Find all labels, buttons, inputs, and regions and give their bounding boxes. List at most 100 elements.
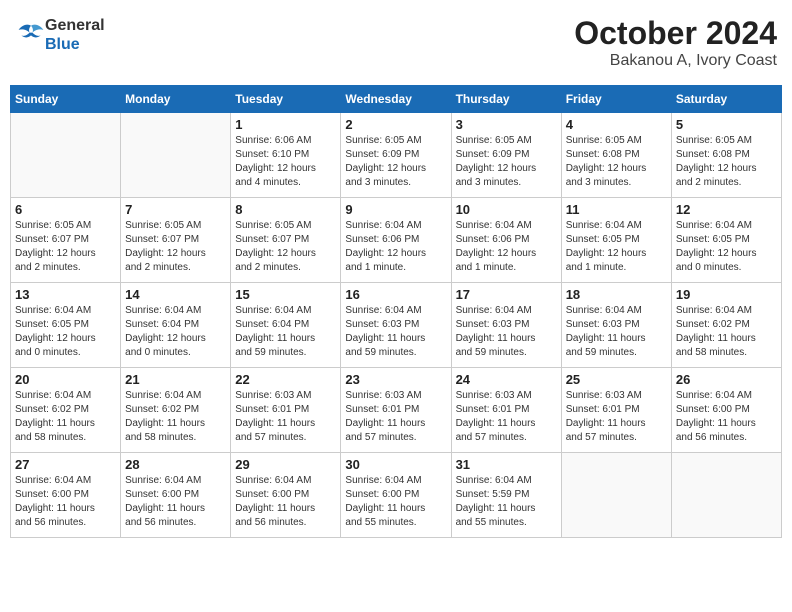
day-detail: Sunrise: 6:03 AM Sunset: 6:01 PM Dayligh… xyxy=(235,389,336,445)
calendar-cell: 15 Sunrise: 6:04 AM Sunset: 6:04 PM Dayli… xyxy=(231,283,341,368)
calendar-cell: 16 Sunrise: 6:04 AM Sunset: 6:03 PM Dayli… xyxy=(341,283,451,368)
calendar-cell xyxy=(671,453,781,538)
calendar-cell: 1Sunrise: 6:06 AM Sunset: 6:10 PM Daylig… xyxy=(231,113,341,198)
day-number: 14 xyxy=(125,287,226,302)
day-detail: Sunrise: 6:04 AM Sunset: 6:03 PM Dayligh… xyxy=(456,304,557,360)
calendar-cell: 9 Sunrise: 6:04 AM Sunset: 6:06 PM Daylig… xyxy=(341,198,451,283)
calendar-cell: 23Sunrise: 6:03 AM Sunset: 6:01 PM Dayli… xyxy=(341,368,451,453)
calendar-cell: 25 Sunrise: 6:03 AM Sunset: 6:01 PM Dayli… xyxy=(561,368,671,453)
calendar-cell: 29Sunrise: 6:04 AM Sunset: 6:00 PM Dayli… xyxy=(231,453,341,538)
day-detail: Sunrise: 6:04 AM Sunset: 6:06 PM Dayligh… xyxy=(456,219,557,275)
day-detail: Sunrise: 6:05 AM Sunset: 6:07 PM Dayligh… xyxy=(125,219,226,275)
logo-blue-text: Blue xyxy=(45,36,80,53)
calendar-table: SundayMondayTuesdayWednesdayThursdayFrid… xyxy=(10,85,782,538)
calendar-header-row: SundayMondayTuesdayWednesdayThursdayFrid… xyxy=(11,86,782,113)
calendar-cell: 10 Sunrise: 6:04 AM Sunset: 6:06 PM Dayli… xyxy=(451,198,561,283)
calendar-cell: 28Sunrise: 6:04 AM Sunset: 6:00 PM Dayli… xyxy=(121,453,231,538)
calendar-cell: 27 Sunrise: 6:04 AM Sunset: 6:00 PM Dayli… xyxy=(11,453,121,538)
day-number: 10 xyxy=(456,202,557,217)
logo: General Blue xyxy=(15,15,105,53)
day-number: 2 xyxy=(345,117,446,132)
day-number: 29 xyxy=(235,457,336,472)
day-number: 26 xyxy=(676,372,777,387)
day-detail: Sunrise: 6:04 AM Sunset: 6:05 PM Dayligh… xyxy=(15,304,116,360)
calendar-cell: 12Sunrise: 6:04 AM Sunset: 6:05 PM Dayli… xyxy=(671,198,781,283)
day-detail: Sunrise: 6:06 AM Sunset: 6:10 PM Dayligh… xyxy=(235,134,336,190)
day-detail: Sunrise: 6:04 AM Sunset: 6:05 PM Dayligh… xyxy=(566,219,667,275)
calendar-cell: 19 Sunrise: 6:04 AM Sunset: 6:02 PM Dayli… xyxy=(671,283,781,368)
day-number: 20 xyxy=(15,372,116,387)
day-number: 27 xyxy=(15,457,116,472)
day-detail: Sunrise: 6:05 AM Sunset: 6:08 PM Dayligh… xyxy=(676,134,777,190)
day-detail: Sunrise: 6:04 AM Sunset: 6:02 PM Dayligh… xyxy=(15,389,116,445)
calendar-cell: 7Sunrise: 6:05 AM Sunset: 6:07 PM Daylig… xyxy=(121,198,231,283)
day-detail: Sunrise: 6:04 AM Sunset: 6:06 PM Dayligh… xyxy=(345,219,446,275)
day-detail: Sunrise: 6:04 AM Sunset: 6:02 PM Dayligh… xyxy=(125,389,226,445)
day-detail: Sunrise: 6:03 AM Sunset: 6:01 PM Dayligh… xyxy=(566,389,667,445)
calendar-cell: 22 Sunrise: 6:03 AM Sunset: 6:01 PM Dayli… xyxy=(231,368,341,453)
day-number: 24 xyxy=(456,372,557,387)
day-number: 25 xyxy=(566,372,667,387)
day-detail: Sunrise: 6:04 AM Sunset: 6:00 PM Dayligh… xyxy=(676,389,777,445)
calendar-cell: 13 Sunrise: 6:04 AM Sunset: 6:05 PM Dayli… xyxy=(11,283,121,368)
calendar-cell: 30Sunrise: 6:04 AM Sunset: 6:00 PM Dayli… xyxy=(341,453,451,538)
day-detail: Sunrise: 6:04 AM Sunset: 6:05 PM Dayligh… xyxy=(676,219,777,275)
day-detail: Sunrise: 6:04 AM Sunset: 6:03 PM Dayligh… xyxy=(345,304,446,360)
day-number: 16 xyxy=(345,287,446,302)
day-number: 19 xyxy=(676,287,777,302)
day-number: 8 xyxy=(235,202,336,217)
day-number: 23 xyxy=(345,372,446,387)
day-detail: Sunrise: 6:05 AM Sunset: 6:07 PM Dayligh… xyxy=(15,219,116,275)
day-detail: Sunrise: 6:04 AM Sunset: 6:04 PM Dayligh… xyxy=(235,304,336,360)
day-number: 31 xyxy=(456,457,557,472)
calendar-week-row: 1Sunrise: 6:06 AM Sunset: 6:10 PM Daylig… xyxy=(11,113,782,198)
day-number: 4 xyxy=(566,117,667,132)
calendar-cell xyxy=(11,113,121,198)
calendar-cell: 2Sunrise: 6:05 AM Sunset: 6:09 PM Daylig… xyxy=(341,113,451,198)
calendar-week-row: 6 Sunrise: 6:05 AM Sunset: 6:07 PM Daylig… xyxy=(11,198,782,283)
day-number: 22 xyxy=(235,372,336,387)
day-number: 17 xyxy=(456,287,557,302)
calendar-week-row: 27 Sunrise: 6:04 AM Sunset: 6:00 PM Dayli… xyxy=(11,453,782,538)
day-of-week-header: Saturday xyxy=(671,86,781,113)
day-of-week-header: Friday xyxy=(561,86,671,113)
calendar-cell: 21 Sunrise: 6:04 AM Sunset: 6:02 PM Dayli… xyxy=(121,368,231,453)
day-of-week-header: Thursday xyxy=(451,86,561,113)
logo-general-text: General xyxy=(45,17,105,34)
calendar-cell: 5 Sunrise: 6:05 AM Sunset: 6:08 PM Daylig… xyxy=(671,113,781,198)
calendar-cell: 24 Sunrise: 6:03 AM Sunset: 6:01 PM Dayli… xyxy=(451,368,561,453)
day-number: 9 xyxy=(345,202,446,217)
day-number: 3 xyxy=(456,117,557,132)
day-detail: Sunrise: 6:04 AM Sunset: 6:03 PM Dayligh… xyxy=(566,304,667,360)
calendar-cell: 26 Sunrise: 6:04 AM Sunset: 6:00 PM Dayli… xyxy=(671,368,781,453)
day-of-week-header: Sunday xyxy=(11,86,121,113)
day-detail: Sunrise: 6:04 AM Sunset: 6:00 PM Dayligh… xyxy=(15,474,116,530)
location-title: Bakanou A, Ivory Coast xyxy=(574,52,777,70)
day-detail: Sunrise: 6:05 AM Sunset: 6:08 PM Dayligh… xyxy=(566,134,667,190)
day-detail: Sunrise: 6:04 AM Sunset: 6:00 PM Dayligh… xyxy=(345,474,446,530)
calendar-cell: 4 Sunrise: 6:05 AM Sunset: 6:08 PM Daylig… xyxy=(561,113,671,198)
day-detail: Sunrise: 6:04 AM Sunset: 5:59 PM Dayligh… xyxy=(456,474,557,530)
month-title: October 2024 xyxy=(574,15,777,52)
calendar-cell: 3 Sunrise: 6:05 AM Sunset: 6:09 PM Daylig… xyxy=(451,113,561,198)
day-number: 11 xyxy=(566,202,667,217)
day-number: 6 xyxy=(15,202,116,217)
day-number: 21 xyxy=(125,372,226,387)
day-number: 18 xyxy=(566,287,667,302)
day-number: 28 xyxy=(125,457,226,472)
day-detail: Sunrise: 6:05 AM Sunset: 6:09 PM Dayligh… xyxy=(456,134,557,190)
title-block: October 2024 Bakanou A, Ivory Coast xyxy=(574,15,777,70)
day-number: 15 xyxy=(235,287,336,302)
day-of-week-header: Tuesday xyxy=(231,86,341,113)
day-detail: Sunrise: 6:04 AM Sunset: 6:02 PM Dayligh… xyxy=(676,304,777,360)
calendar-cell: 18 Sunrise: 6:04 AM Sunset: 6:03 PM Dayli… xyxy=(561,283,671,368)
day-detail: Sunrise: 6:03 AM Sunset: 6:01 PM Dayligh… xyxy=(456,389,557,445)
day-number: 13 xyxy=(15,287,116,302)
calendar-cell: 8Sunrise: 6:05 AM Sunset: 6:07 PM Daylig… xyxy=(231,198,341,283)
day-of-week-header: Wednesday xyxy=(341,86,451,113)
calendar-cell xyxy=(121,113,231,198)
day-detail: Sunrise: 6:04 AM Sunset: 6:04 PM Dayligh… xyxy=(125,304,226,360)
calendar-cell: 11 Sunrise: 6:04 AM Sunset: 6:05 PM Dayli… xyxy=(561,198,671,283)
day-number: 5 xyxy=(676,117,777,132)
calendar-week-row: 13 Sunrise: 6:04 AM Sunset: 6:05 PM Dayli… xyxy=(11,283,782,368)
